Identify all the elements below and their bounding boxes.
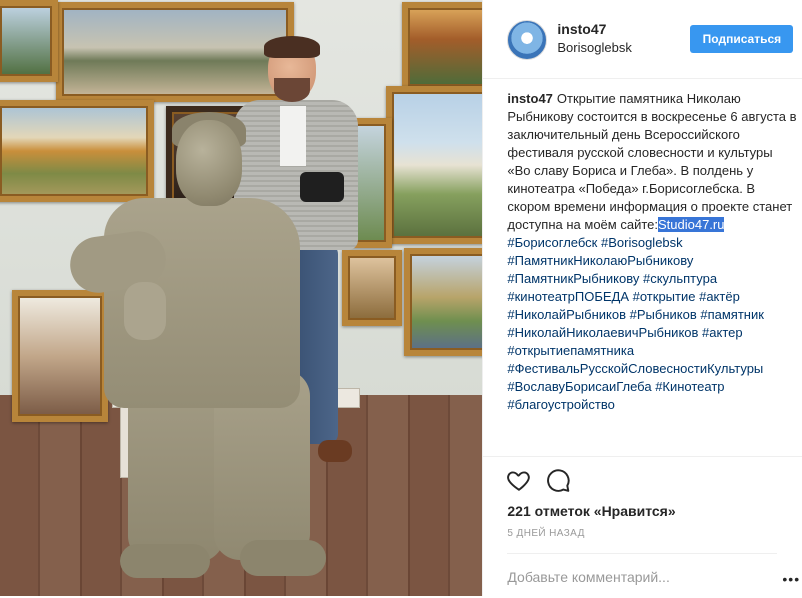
hashtag-link[interactable]: #кинотеатрПОБЕДА: [507, 289, 629, 304]
hashtag-link[interactable]: #ВославуБорисаиГлеба: [507, 379, 651, 394]
hashtag-list: #Борисоглебск #Borisoglebsk #ПамятникНик…: [507, 235, 764, 412]
caption-link[interactable]: Studio47.ru: [657, 217, 725, 232]
hashtag-link[interactable]: #скульптура: [643, 271, 717, 286]
hashtag-link[interactable]: #благоустройство: [507, 397, 614, 412]
hashtag-link[interactable]: #ФестивальРусскойСловесностиКультуры: [507, 361, 763, 376]
caption-text: Открытие памятника Николаю Рыбникову сос…: [507, 91, 797, 232]
painting-autumn: [402, 2, 483, 92]
painting-village-house: [386, 86, 483, 244]
hashtag-link[interactable]: #актер: [702, 325, 743, 340]
caption: insto47 Открытие памятника Николаю Рыбник…: [507, 90, 797, 454]
hashtag-link[interactable]: #Борисоглебск: [507, 235, 597, 250]
caption-username[interactable]: insto47: [507, 91, 553, 106]
more-options-icon[interactable]: •••: [782, 572, 800, 586]
hashtag-link[interactable]: #актёр: [699, 289, 740, 304]
comment-box: •••: [507, 553, 799, 598]
comment-input[interactable]: [507, 566, 758, 588]
post-photo[interactable]: [0, 0, 483, 596]
post-header: insto47 Borisoglebsk Подписаться: [483, 0, 802, 79]
follow-button[interactable]: Подписаться: [690, 25, 794, 53]
hashtag-link[interactable]: #ПамятникРыбникову: [507, 271, 639, 286]
avatar[interactable]: [507, 20, 548, 60]
hashtag-link[interactable]: #Кинотеатр: [655, 379, 724, 394]
hashtag-link[interactable]: #открытие: [633, 289, 696, 304]
hashtag-link[interactable]: #Borisoglebsk: [601, 235, 683, 250]
painting-river: [404, 248, 483, 356]
likes-count[interactable]: 221 отметок «Нравится»: [507, 503, 675, 519]
hashtag-link[interactable]: #НиколайРыбников: [507, 307, 626, 322]
hashtag-link[interactable]: #памятник: [700, 307, 764, 322]
caption-fade: [507, 446, 798, 456]
post-actions: 221 отметок «Нравится» 5 ДНЕЙ НАЗАД •••: [483, 456, 802, 597]
post-side-panel: insto47 Borisoglebsk Подписаться insto47…: [482, 0, 802, 596]
instagram-post: insto47 Borisoglebsk Подписаться insto47…: [0, 0, 802, 596]
clay-statue: [64, 112, 326, 582]
username-link[interactable]: insto47: [557, 21, 606, 37]
hashtag-link[interactable]: #НиколайНиколаевичРыбников: [507, 325, 698, 340]
hashtag-link[interactable]: #ПамятникНиколаюРыбникову: [507, 253, 693, 268]
hashtag-link[interactable]: #Рыбников: [630, 307, 697, 322]
heart-icon[interactable]: [506, 467, 532, 493]
hashtag-link[interactable]: #открытиепамятника: [507, 343, 634, 358]
post-timestamp[interactable]: 5 ДНЕЙ НАЗАД: [507, 528, 584, 539]
location-link[interactable]: Borisoglebsk: [557, 40, 631, 55]
comment-icon[interactable]: [545, 467, 571, 493]
painting-corner: [0, 0, 58, 82]
